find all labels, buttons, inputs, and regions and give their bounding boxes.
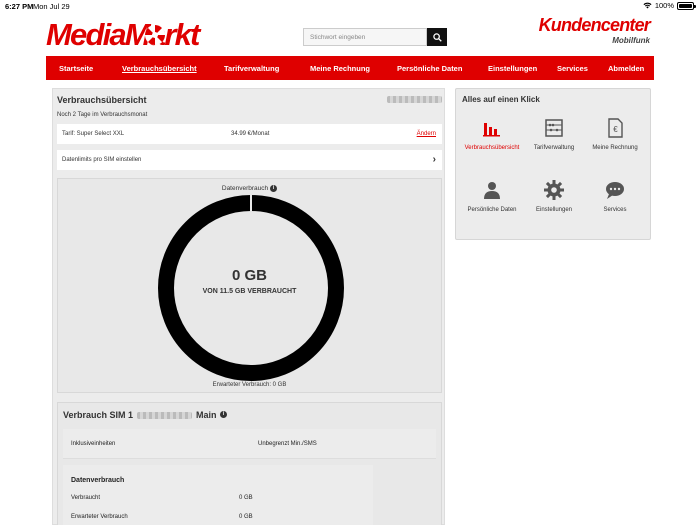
data-usage-title: Datenverbrauch xyxy=(71,477,125,484)
usage-value: 0 GB xyxy=(231,267,267,284)
nav-tarifverwaltung[interactable]: Tarifverwaltung xyxy=(224,64,279,73)
verbraucht-label: Verbraucht xyxy=(71,495,101,501)
logo-swirl-icon xyxy=(145,25,165,45)
data-limits-label: Datenlimits pro SIM einstellen xyxy=(62,157,142,163)
quick-services-label: Services xyxy=(603,207,627,213)
nav-abmelden[interactable]: Abmelden xyxy=(608,64,644,73)
quick-persoenliche-daten[interactable]: Persönliche Daten xyxy=(460,179,524,213)
quick-access-panel: Alles auf einen Klick Verbrauchsübersich… xyxy=(455,88,651,240)
masked-phone-number xyxy=(387,96,442,103)
search-button[interactable] xyxy=(427,28,447,46)
nav-meine-rechnung[interactable]: Meine Rechnung xyxy=(310,64,370,73)
quick-verbrauchsuebersicht-label: Verbrauchsübersicht xyxy=(464,145,520,151)
quick-meine-rechnung-label: Meine Rechnung xyxy=(592,145,638,151)
main-nav: Startseite Verbrauchsübersicht Tarifverw… xyxy=(46,56,654,80)
data-limits-row[interactable]: Datenlimits pro SIM einstellen › xyxy=(57,150,442,170)
erwartet-value: 0 GB xyxy=(239,514,253,520)
mediamarkt-logo[interactable]: MediaMarkt xyxy=(46,18,246,52)
usage-caption: VON 11.5 GB VERBRAUCHT xyxy=(202,288,297,295)
overview-panel: Verbrauchsübersicht Noch 2 Tage im Verbr… xyxy=(52,88,445,525)
quick-persoenliche-daten-label: Persönliche Daten xyxy=(467,207,517,213)
overview-subtitle: Noch 2 Tage im Verbrauchsmonat xyxy=(57,112,148,118)
status-bar: 6:27 PM Mon Jul 29 100% xyxy=(0,0,700,12)
search-icon xyxy=(432,32,442,42)
invoice-euro-icon: € xyxy=(608,118,623,138)
tarif-change-link[interactable]: Ändern xyxy=(417,131,436,137)
sim-title: Verbrauch SIM 1 xyxy=(63,410,134,420)
overview-title: Verbrauchsübersicht xyxy=(57,95,147,105)
nav-einstellungen[interactable]: Einstellungen xyxy=(488,64,537,73)
mobilfunk-subtitle: Mobilfunk xyxy=(612,36,650,45)
tarif-label: Tarif: Super Select XXL xyxy=(62,131,125,137)
quick-access-title: Alles auf einen Klick xyxy=(462,95,540,104)
status-time: 6:27 PM xyxy=(5,2,34,11)
data-usage-section: Datenverbrauch Verbraucht 0 GB Erwartete… xyxy=(63,465,373,525)
kundencenter-title: Kundencenter xyxy=(538,15,651,35)
quick-einstellungen[interactable]: Einstellungen xyxy=(522,179,586,213)
battery-percent: 100% xyxy=(654,1,674,10)
chat-bubble-icon xyxy=(606,182,624,199)
erwartet-label: Erwarteter Verbrauch xyxy=(71,514,128,520)
quick-verbrauchsuebersicht[interactable]: Verbrauchsübersicht xyxy=(460,117,524,151)
battery-icon xyxy=(677,1,696,10)
abacus-icon xyxy=(545,119,563,137)
usage-card: Datenverbrauch i 0 GB VON 11.5 GB VERBRAU… xyxy=(57,178,442,393)
tarif-price: 34.99 €/Monat xyxy=(231,131,270,137)
usage-label: Datenverbrauch xyxy=(221,185,269,193)
verbraucht-value: 0 GB xyxy=(239,495,253,501)
nav-persoenliche-daten[interactable]: Persönliche Daten xyxy=(397,64,462,73)
logo-text: MediaMarkt xyxy=(46,17,200,52)
nav-startseite[interactable]: Startseite xyxy=(59,64,93,73)
quick-tarifverwaltung[interactable]: Tarifverwaltung xyxy=(522,117,586,151)
search-input[interactable]: Stichwort eingeben xyxy=(303,28,427,46)
donut-marker xyxy=(250,195,252,211)
quick-einstellungen-label: Einstellungen xyxy=(535,207,573,213)
nav-services[interactable]: Services xyxy=(557,64,588,73)
sim-suffix: Main xyxy=(196,410,217,420)
gear-icon xyxy=(544,180,564,200)
info-icon[interactable]: i xyxy=(270,185,278,192)
masked-sim-number xyxy=(137,412,192,419)
person-icon xyxy=(484,182,500,199)
wifi-icon xyxy=(643,2,652,9)
quick-services[interactable]: Services xyxy=(583,179,647,213)
inklusiv-label: Inklusiveinheiten xyxy=(71,441,116,447)
inklusiv-row: Inklusiveinheiten Unbegrenzt Min./SMS xyxy=(63,429,436,459)
bar-chart-icon xyxy=(483,123,500,137)
chevron-right-icon: › xyxy=(432,154,436,165)
svg-text:€: € xyxy=(613,125,618,134)
status-right: 100% xyxy=(643,1,696,10)
inklusiv-value: Unbegrenzt Min./SMS xyxy=(258,441,317,447)
nav-verbrauchsuebersicht[interactable]: Verbrauchsübersicht xyxy=(122,64,197,73)
expected-usage: Erwarteter Verbrauch: 0 GB xyxy=(212,382,287,388)
quick-tarifverwaltung-label: Tarifverwaltung xyxy=(533,145,575,151)
status-date: Mon Jul 29 xyxy=(33,2,70,11)
quick-meine-rechnung[interactable]: € Meine Rechnung xyxy=(583,117,647,151)
tarif-row: Tarif: Super Select XXL 34.99 €/Monat Än… xyxy=(57,124,442,144)
usage-label-row: Datenverbrauch i xyxy=(58,185,441,192)
sim-card: Verbrauch SIM 1 Main i Inklusiveinheiten… xyxy=(57,402,442,525)
sim-info-icon[interactable]: i xyxy=(220,411,227,418)
